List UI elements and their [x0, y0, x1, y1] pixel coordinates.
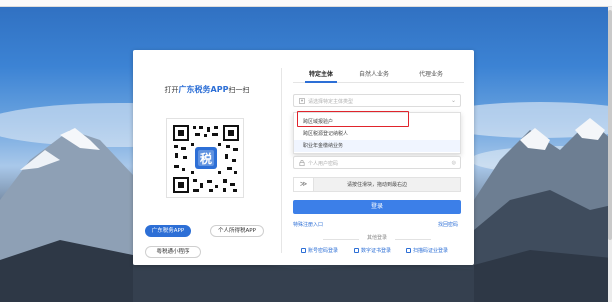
scan-suffix: 扫一扫	[228, 86, 250, 94]
qr-code: 税	[166, 118, 244, 198]
personal-income-tax-app-button[interactable]: 个人所得税APP	[210, 225, 264, 237]
guangdong-tax-app-button[interactable]: 广东税务APP	[145, 225, 191, 237]
entity-type-placeholder: 请选择特定主体类型	[308, 99, 354, 105]
yueshuitong-miniprogram-button[interactable]: 粤税通小程序	[145, 246, 201, 258]
account-password-login-link[interactable]: 账号密码登录	[301, 247, 338, 254]
login-card: 打开广东税务APP扫一扫 税 广东税务APP 个人所得税APP 粤税通小程序 特…	[133, 50, 474, 265]
forgot-password-link[interactable]: 找回密码	[438, 221, 458, 228]
chevron-down-icon: ⌄	[450, 97, 456, 104]
scan-title: 打开广东税务APP扫一扫	[133, 84, 281, 95]
qr-code-icon: 税	[171, 123, 241, 195]
scan-prefix: 打开	[164, 86, 179, 94]
password-placeholder: 个人用户密码	[308, 161, 339, 167]
slider-instruction: 请按住滑块，拖动到最右边	[346, 182, 407, 188]
highlight-box	[297, 111, 409, 127]
scan-login-label: 扫描码证业登录	[413, 248, 449, 254]
slider-captcha: ≫ 请按住滑块，拖动到最右边	[293, 177, 461, 192]
password-field[interactable]: 个人用户密码 ◎	[293, 156, 461, 169]
dropdown-option-annuity[interactable]: 职业年金缴纳业务	[294, 140, 460, 152]
account-login-label: 账号密码登录	[308, 248, 339, 254]
login-tabs: 特定主体 自然人业务 代理业务	[293, 69, 464, 83]
dropdown-option-tax-source[interactable]: 跨区税源登记纳税人	[294, 128, 460, 140]
browser-top-strip	[0, 0, 612, 7]
tab-natural-person[interactable]: 自然人业务	[359, 69, 389, 78]
certificate-login-label: 数字证书登录	[361, 248, 392, 254]
scan-icon	[406, 248, 411, 253]
scan-code-login-link[interactable]: 扫描码证业登录	[406, 247, 448, 254]
entity-type-select[interactable]: 请选择特定主体类型 ⌄	[293, 94, 461, 107]
account-icon	[301, 248, 306, 253]
scan-brand: 广东税务APP	[178, 85, 229, 94]
tab-specific-entity[interactable]: 特定主体	[309, 69, 333, 78]
login-button[interactable]: 登录	[293, 200, 461, 214]
active-tab-indicator	[305, 81, 337, 83]
eye-icon[interactable]: ◎	[452, 160, 456, 166]
user-icon	[299, 98, 305, 104]
lock-icon	[299, 160, 305, 166]
special-register-link[interactable]: 特殊注册入口	[293, 221, 323, 228]
digital-certificate-login-link[interactable]: 数字证书登录	[354, 247, 391, 254]
svg-text:税: 税	[200, 151, 212, 166]
scrollbar-thumb[interactable]	[608, 10, 612, 240]
certificate-icon	[354, 248, 359, 253]
tab-agency[interactable]: 代理业务	[419, 69, 443, 78]
other-login-label: 其他登录	[366, 235, 387, 241]
panel-divider	[281, 68, 282, 253]
